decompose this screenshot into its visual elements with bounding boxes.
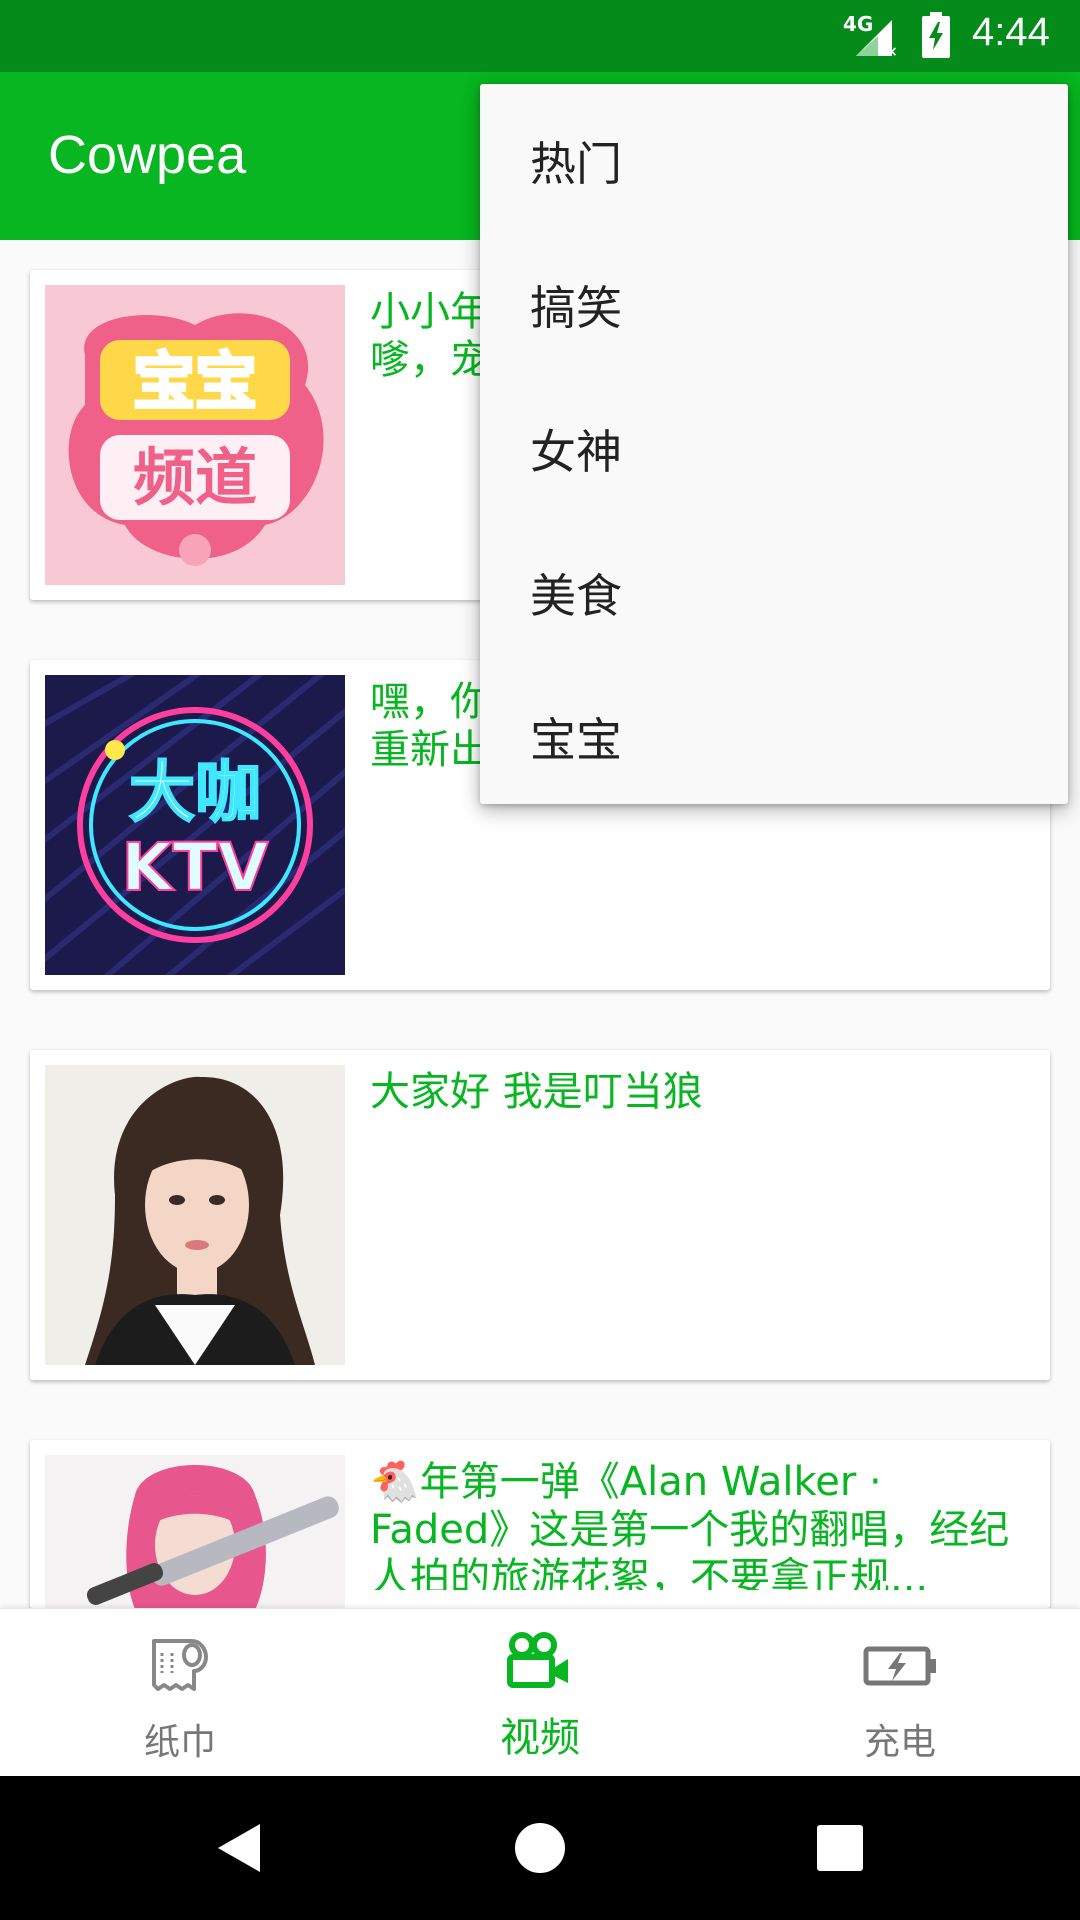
thumbnail-image: 大咖 KTV [45, 675, 345, 975]
svg-text:频道: 频道 [133, 441, 257, 514]
battery-charging-icon [863, 1646, 936, 1686]
signal-icon: × [856, 20, 898, 58]
svg-text:×: × [886, 44, 898, 58]
menu-item-label: 搞笑 [530, 281, 622, 335]
card-text: 🐔年第一弹《Alan Walker · Faded》这是第一个我的翻唱，经纪人拍… [370, 1459, 1010, 1590]
nav-item-tissue[interactable]: 纸巾 [0, 1609, 360, 1777]
app-title: Cowpea [48, 125, 247, 185]
back-icon[interactable] [210, 1818, 270, 1878]
menu-item-baby[interactable]: 宝宝 [480, 660, 1068, 804]
status-time: 4:44 [972, 10, 1050, 54]
menu-item-label: 美食 [530, 569, 622, 623]
video-camera-icon [507, 1632, 568, 1688]
svg-text:宝宝: 宝宝 [133, 345, 257, 418]
recents-icon[interactable] [810, 1818, 870, 1878]
status-bar: 4G × 4:44 [0, 0, 1080, 72]
home-icon[interactable] [510, 1818, 570, 1878]
menu-item-label: 女神 [530, 425, 622, 479]
nav-item-charge[interactable]: 充电 [720, 1609, 1080, 1777]
menu-item-hot[interactable]: 热门 [480, 84, 1068, 228]
pink-hair-woman-bat [45, 1455, 345, 1608]
screen: 4G × 4:44 Cowpea 宝宝 频道 大咖 KTV 大家好 我是叮当狼 … [0, 0, 1080, 1920]
menu-item-label: 热门 [530, 137, 622, 191]
menu-item-funny[interactable]: 搞笑 [480, 228, 1068, 372]
feed-card[interactable]: 🐔年第一弹《Alan Walker · Faded》这是第一个我的翻唱，经纪人拍… [30, 1440, 1050, 1608]
menu-item-label: 宝宝 [530, 713, 622, 767]
nav-label: 充电 [863, 1722, 936, 1763]
nav-label: 纸巾 [143, 1722, 216, 1763]
nav-item-video[interactable]: 视频 [360, 1609, 720, 1777]
menu-item-goddess[interactable]: 女神 [480, 372, 1068, 516]
feed-card[interactable]: 大家好 我是叮当狼 [30, 1050, 1050, 1380]
menu-item-food[interactable]: 美食 [480, 516, 1068, 660]
woman-portrait [45, 1065, 345, 1365]
thumbnail-image [45, 1065, 345, 1365]
svg-text:KTV: KTV [121, 829, 268, 906]
baby-channel-logo: 宝宝 频道 [45, 285, 345, 585]
svg-text:大咖: 大咖 [129, 754, 261, 831]
thumbnail-image [45, 1455, 345, 1608]
card-text: 大家好 我是叮当狼 [370, 1069, 703, 1115]
nav-label: 视频 [500, 1715, 580, 1761]
ktv-neon-logo: 大咖 KTV [45, 675, 345, 975]
bottom-navigation: 纸巾 视频 充电 [0, 1608, 1080, 1776]
category-menu: 热门 搞笑 女神 美食 宝宝 [480, 84, 1068, 804]
thumbnail-image: 宝宝 频道 [45, 285, 345, 585]
battery-charging-status-icon [922, 12, 950, 58]
tissue-roll-icon [152, 1639, 208, 1691]
system-navigation-bar [0, 1776, 1080, 1920]
